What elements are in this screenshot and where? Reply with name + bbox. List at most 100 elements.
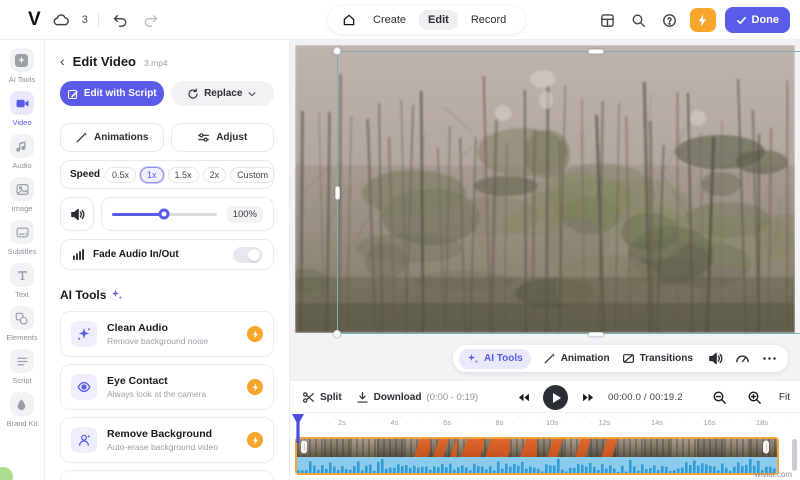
sidebar-item-text[interactable]: Text	[10, 263, 34, 299]
ruler-dot: ·	[748, 418, 751, 427]
download-icon	[356, 391, 369, 404]
sidebar-item-ai-tools[interactable]: AI Tools	[9, 48, 36, 84]
wand-icon	[543, 352, 556, 365]
wand-icon	[75, 131, 88, 144]
clip-thumbnail	[324, 439, 351, 457]
timeline-ruler[interactable]: ···2s···4s···6s···8s···10s···12s···14s··…	[295, 415, 795, 431]
script-icon	[16, 355, 29, 368]
ai-tools-icon	[15, 54, 28, 67]
premium-bolt-badge	[247, 432, 263, 448]
ruler-dot: ·	[669, 418, 672, 427]
transitions-button[interactable]: Transitions	[622, 352, 693, 365]
scissors-icon	[302, 391, 315, 404]
refresh-icon	[187, 88, 199, 100]
ruler-label-10s: 10s	[546, 418, 558, 427]
mute-button[interactable]	[60, 197, 94, 231]
ruler-dot: ·	[643, 418, 646, 427]
ai-tool-clean-audio[interactable]: Clean AudioRemove background noise	[60, 311, 274, 357]
sidebar-item-audio[interactable]: Audio	[10, 134, 34, 170]
split-button[interactable]: Split	[302, 391, 342, 404]
speed-option-custom[interactable]: Custom	[230, 167, 275, 183]
redo-icon[interactable]	[141, 9, 163, 31]
adjust-button[interactable]: Adjust	[171, 123, 275, 152]
ruler-label-8s: 8s	[496, 418, 504, 427]
mode-switcher: Create Edit Record	[328, 6, 525, 34]
sidebar-item-video[interactable]: Video	[10, 91, 34, 127]
video-clip-track[interactable]	[295, 437, 779, 475]
person-icon	[77, 433, 91, 447]
image-icon	[16, 183, 29, 196]
ruler-dot: ·	[459, 418, 462, 427]
text-icon	[16, 269, 29, 282]
divider	[98, 13, 99, 27]
ruler-dot: ·	[472, 418, 475, 427]
fit-button[interactable]: Fit	[779, 392, 790, 403]
more-options-icon[interactable]	[762, 351, 778, 367]
speed-option-2x[interactable]: 2x	[203, 167, 227, 183]
forward-icon[interactable]	[577, 387, 599, 409]
sidebar-item-subtitles[interactable]: Subtitles	[8, 220, 37, 256]
ai-tool-remove-background[interactable]: Remove BackgroundAuto-erase background v…	[60, 417, 274, 463]
sidebar-item-script[interactable]: Script	[10, 349, 34, 385]
trim-handle-right[interactable]	[763, 440, 769, 453]
play-button[interactable]	[543, 385, 568, 410]
cloud-sync-icon	[50, 9, 72, 31]
back-button[interactable]: ‹	[60, 54, 65, 68]
home-icon[interactable]	[338, 9, 360, 31]
templates-icon[interactable]	[597, 9, 619, 31]
edit-with-script-button[interactable]: Edit with Script	[60, 81, 164, 106]
volume-slider-thumb[interactable]	[159, 209, 170, 220]
zoom-out-icon[interactable]	[709, 387, 731, 409]
clip-thumbnails	[297, 439, 777, 457]
audio-volume-icon[interactable]	[708, 351, 724, 367]
search-icon[interactable]	[628, 9, 650, 31]
video-preview[interactable]	[295, 45, 795, 333]
ruler-dot: ·	[538, 418, 541, 427]
sidebar: AI Tools Video Audio Image Subtitles Text Elem…	[0, 40, 45, 480]
tab-edit[interactable]: Edit	[419, 10, 458, 30]
sidebar-item-image[interactable]: Image	[10, 177, 34, 213]
speed-gauge-icon[interactable]	[735, 351, 751, 367]
fade-audio-toggle[interactable]	[233, 247, 262, 263]
clip-thumbnail	[670, 439, 697, 457]
audio-icon	[16, 140, 29, 153]
ruler-label-12s: 12s	[598, 418, 610, 427]
ruler-dot: ·	[328, 418, 331, 427]
ai-tools-button[interactable]: AI Tools	[459, 349, 531, 369]
zoom-in-icon[interactable]	[744, 387, 766, 409]
clip-thumbnail	[377, 439, 404, 457]
tab-create[interactable]: Create	[364, 10, 415, 30]
done-button[interactable]: Done	[725, 7, 791, 33]
upgrade-button[interactable]	[690, 8, 716, 32]
speed-option-1x[interactable]: 1x	[140, 167, 164, 183]
animation-button[interactable]: Animation	[543, 352, 610, 365]
trim-handle-left[interactable]	[301, 440, 307, 453]
volume-slider[interactable]	[112, 213, 217, 216]
help-icon[interactable]	[659, 9, 681, 31]
chevron-down-icon	[247, 89, 257, 99]
undo-icon[interactable]	[109, 9, 131, 31]
tab-record[interactable]: Record	[462, 10, 515, 30]
sidebar-item-elements[interactable]: Elements	[6, 306, 37, 342]
premium-bolt-badge	[247, 379, 263, 395]
rewind-icon[interactable]	[512, 387, 534, 409]
sidebar-item-brand-kit[interactable]: Brand Kit	[7, 392, 38, 428]
ai-tool-remove-silences[interactable]: Remove Silences✓	[60, 470, 274, 480]
clip-thumbnail	[430, 439, 457, 457]
speed-option-0.5x[interactable]: 0.5x	[105, 167, 136, 183]
replace-button[interactable]: Replace	[171, 81, 275, 106]
edit-video-panel: ‹ Edit Video 3.mp4 Edit with Script Repl…	[45, 40, 290, 480]
download-button[interactable]: Download (0:00 - 0:19)	[356, 391, 479, 404]
ai-tool-eye-contact[interactable]: Eye ContactAlways look at the camera	[60, 364, 274, 410]
elements-icon	[15, 312, 28, 325]
clip-thumbnail	[457, 439, 484, 457]
ruler-dot: ·	[630, 418, 633, 427]
ruler-label-18s: 18s	[756, 418, 768, 427]
playhead[interactable]	[291, 413, 305, 443]
animations-button[interactable]: Animations	[60, 123, 164, 152]
timeline-scrollbar[interactable]	[792, 439, 797, 471]
video-filename: 3.mp4	[144, 58, 168, 68]
ai-tools-heading: AI Tools	[60, 288, 106, 302]
app-logo: V	[28, 9, 40, 31]
speed-option-1.5x[interactable]: 1.5x	[168, 167, 199, 183]
